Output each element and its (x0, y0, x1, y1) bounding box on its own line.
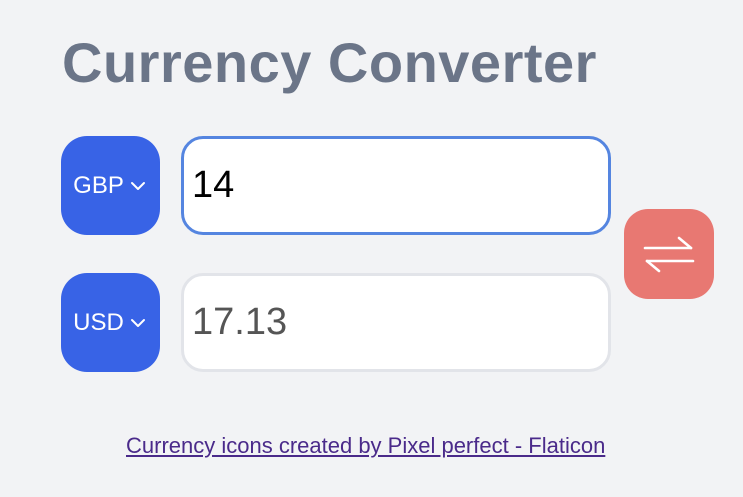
swap-currencies-button[interactable] (624, 209, 714, 299)
to-currency-select[interactable]: USD (61, 273, 160, 372)
chevron-down-icon (130, 181, 145, 190)
to-amount-value: 17.13 (192, 301, 288, 343)
from-currency-code: GBP (73, 171, 124, 199)
icon-credit-link[interactable]: Currency icons created by Pixel perfect … (126, 433, 605, 459)
swap-arrows-icon (643, 236, 695, 273)
from-currency-select[interactable]: GBP (61, 136, 160, 235)
chevron-down-icon (130, 318, 145, 327)
to-amount-output[interactable]: 17.13 (181, 273, 611, 372)
from-amount-input[interactable]: 14 (181, 136, 611, 235)
to-currency-code: USD (73, 308, 124, 336)
from-amount-value: 14 (192, 164, 235, 206)
page-title: Currency Converter (62, 31, 597, 94)
